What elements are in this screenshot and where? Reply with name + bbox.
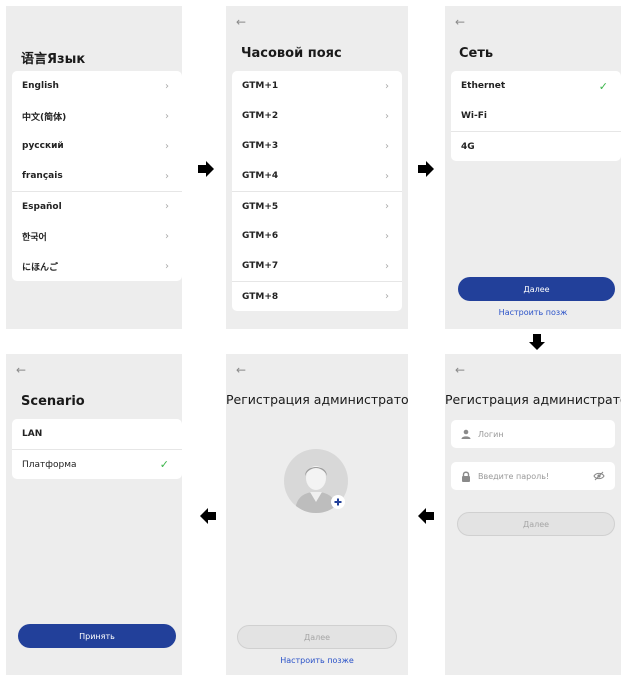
- chevron-right-icon: ›: [385, 201, 389, 212]
- chevron-right-icon: ›: [385, 291, 389, 302]
- chevron-right-icon: ›: [385, 260, 389, 272]
- back-arrow-icon[interactable]: ←: [236, 363, 246, 377]
- network-screen: ← Сеть Ethernet ✓ Wi-Fi 4G Далее Настроит…: [445, 6, 621, 329]
- arrow-left-icon: [200, 508, 216, 524]
- language-item-spanish[interactable]: Español ›: [12, 191, 182, 221]
- language-item-chinese[interactable]: 中文(简体) ›: [12, 101, 182, 131]
- network-item-4g[interactable]: 4G: [451, 131, 621, 161]
- scenario-title: Scenario: [21, 394, 85, 409]
- language-list: English › 中文(简体) › русский › français › Espa…: [12, 71, 182, 281]
- next-button-disabled[interactable]: Далее: [457, 512, 615, 536]
- language-title: 语言Язык: [21, 52, 86, 67]
- check-icon: ✓: [598, 79, 608, 93]
- configure-later-link[interactable]: Настроить позже: [226, 656, 408, 665]
- arrow-right-icon: [198, 161, 214, 177]
- avatar-upload[interactable]: [283, 448, 349, 514]
- lock-icon: [461, 471, 473, 482]
- timezone-item[interactable]: GTM+6 ›: [232, 221, 402, 251]
- scenario-item-lan[interactable]: LAN: [12, 419, 182, 449]
- chevron-right-icon: ›: [165, 80, 169, 92]
- chevron-right-icon: ›: [385, 140, 389, 152]
- login-input[interactable]: Логин: [451, 420, 615, 448]
- chevron-right-icon: ›: [385, 230, 389, 242]
- network-list: Ethernet ✓ Wi-Fi 4G: [451, 71, 621, 161]
- timezone-item[interactable]: GTM+5 ›: [232, 191, 402, 221]
- chevron-right-icon: ›: [165, 260, 169, 272]
- admin-login-title: Регистрация администратора: [445, 392, 621, 407]
- timezone-list: GTM+1 › GTM+2 › GTM+3 › GTM+4 › GTM+5 › GTM+6…: [232, 71, 402, 311]
- language-item-english[interactable]: English ›: [12, 71, 182, 101]
- language-item-russian[interactable]: русский ›: [12, 131, 182, 161]
- timezone-item[interactable]: GTM+1 ›: [232, 71, 402, 101]
- network-item-ethernet[interactable]: Ethernet ✓: [451, 71, 621, 101]
- chevron-right-icon: ›: [385, 80, 389, 92]
- next-button-disabled[interactable]: Далее: [237, 625, 397, 649]
- avatar-icon: [284, 449, 348, 513]
- arrow-right-icon: [418, 161, 434, 177]
- scenario-list: LAN Платформа ✓: [12, 419, 182, 479]
- timezone-item[interactable]: GTM+8 ›: [232, 281, 402, 311]
- back-arrow-icon[interactable]: ←: [236, 15, 246, 29]
- scenario-screen: ← Scenario LAN Платформа ✓ Принять: [6, 354, 182, 675]
- chevron-right-icon: ›: [165, 230, 169, 242]
- back-arrow-icon[interactable]: ←: [455, 363, 465, 377]
- password-input[interactable]: Введите пароль!: [451, 462, 615, 490]
- configure-later-link[interactable]: Настроить позж: [445, 308, 621, 317]
- check-icon: ✓: [159, 458, 169, 471]
- chevron-right-icon: ›: [385, 170, 389, 182]
- arrow-down-icon: [529, 334, 545, 350]
- network-item-wifi[interactable]: Wi-Fi: [451, 101, 621, 131]
- arrow-left-icon: [418, 508, 434, 524]
- timezone-item[interactable]: GTM+4 ›: [232, 161, 402, 191]
- admin-avatar-screen: ← Регистрация администратора Далее Настр…: [226, 354, 408, 675]
- language-item-japanese[interactable]: にほんご ›: [12, 251, 182, 281]
- chevron-right-icon: ›: [165, 201, 169, 212]
- admin-avatar-title: Регистрация администратора: [226, 392, 408, 407]
- chevron-right-icon: ›: [165, 170, 169, 182]
- accept-button[interactable]: Принять: [18, 624, 176, 648]
- network-title: Сеть: [459, 46, 494, 61]
- user-icon: [461, 429, 473, 439]
- timezone-item[interactable]: GTM+3 ›: [232, 131, 402, 161]
- next-button[interactable]: Далее: [458, 277, 615, 301]
- timezone-item[interactable]: GTM+2 ›: [232, 101, 402, 131]
- chevron-right-icon: ›: [165, 140, 169, 152]
- language-item-korean[interactable]: 한국어 ›: [12, 221, 182, 251]
- language-item-french[interactable]: français ›: [12, 161, 182, 191]
- language-screen: 语言Язык English › 中文(简体) › русский › françai…: [6, 6, 182, 329]
- timezone-screen: ← Часовой пояс GTM+1 › GTM+2 › GTM+3 › GTM+…: [226, 6, 408, 329]
- back-arrow-icon[interactable]: ←: [455, 15, 465, 29]
- chevron-right-icon: ›: [165, 110, 169, 122]
- back-arrow-icon[interactable]: ←: [16, 363, 26, 377]
- scenario-item-platform[interactable]: Платформа ✓: [12, 449, 182, 479]
- chevron-right-icon: ›: [385, 110, 389, 122]
- timezone-title: Часовой пояс: [241, 46, 342, 61]
- admin-login-screen: ← Регистрация администратора Логин Введи…: [445, 354, 621, 675]
- eye-off-icon[interactable]: [593, 471, 605, 481]
- timezone-item[interactable]: GTM+7 ›: [232, 251, 402, 281]
